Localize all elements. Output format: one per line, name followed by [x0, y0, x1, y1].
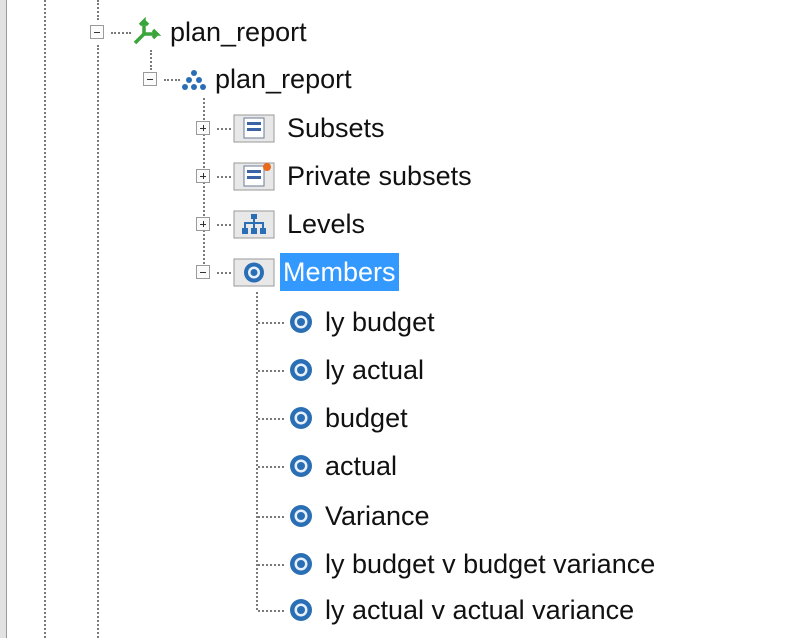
- member-item[interactable]: ly budget: [286, 303, 438, 341]
- tree-line: [256, 292, 258, 610]
- tree-line: [150, 50, 152, 70]
- subset-icon: [232, 113, 278, 143]
- tree-line: [258, 564, 284, 566]
- tree-line: [97, 0, 99, 20]
- tree-line: [258, 322, 284, 324]
- tree-line: [258, 370, 284, 372]
- member-icon: [286, 403, 316, 433]
- member-label: budget: [325, 403, 408, 433]
- member-item[interactable]: actual: [286, 447, 400, 485]
- tree-line: [258, 418, 284, 420]
- tree-node-dimension[interactable]: plan_report: [182, 60, 355, 98]
- member-item[interactable]: budget: [286, 399, 411, 437]
- collapse-toggle-dimension[interactable]: [143, 72, 157, 86]
- tree-line: [111, 32, 131, 34]
- collapse-toggle-members[interactable]: [196, 265, 210, 279]
- member-label: ly budget v budget variance: [325, 549, 656, 579]
- member-icon: [286, 307, 316, 337]
- tree-line: [97, 45, 99, 638]
- private-subset-icon: [232, 161, 278, 191]
- member-icon: [286, 549, 316, 579]
- member-label: ly actual v actual variance: [325, 595, 635, 625]
- tree-node-label-selected: Members: [280, 253, 399, 291]
- tree-node-label: Levels: [287, 209, 366, 239]
- member-label: actual: [325, 451, 398, 481]
- member-item[interactable]: ly actual v actual variance: [286, 591, 637, 629]
- tree-line: [258, 610, 284, 612]
- tree-node-levels[interactable]: Levels: [232, 205, 368, 243]
- tree-node-label: Subsets: [287, 113, 385, 143]
- left-panel-border: [6, 0, 7, 638]
- tree-node-label: Private subsets: [287, 161, 472, 191]
- member-item[interactable]: Variance: [286, 497, 433, 535]
- levels-icon: [232, 209, 278, 239]
- tree-node-cube[interactable]: plan_report: [131, 13, 310, 51]
- hierarchy-icon: [182, 64, 206, 94]
- tree-line: [217, 224, 231, 226]
- tree-line: [258, 516, 284, 518]
- tree-node-subsets[interactable]: Subsets: [232, 109, 388, 147]
- tree-node-label: plan_report: [170, 17, 307, 47]
- expand-toggle-levels[interactable]: [196, 217, 210, 231]
- collapse-toggle-cube[interactable]: [90, 25, 104, 39]
- tree-node-private-subsets[interactable]: Private subsets: [232, 157, 475, 195]
- tree-line: [217, 176, 231, 178]
- member-label: ly budget: [325, 307, 435, 337]
- tree-line: [258, 466, 284, 468]
- member-icon: [286, 501, 316, 531]
- expand-toggle-subsets[interactable]: [196, 121, 210, 135]
- tree-node-members[interactable]: Members: [232, 253, 399, 291]
- cube-icon: [131, 17, 161, 47]
- member-label: Variance: [325, 501, 430, 531]
- member-icon: [232, 257, 278, 287]
- member-item[interactable]: ly actual: [286, 351, 427, 389]
- tree-line: [217, 128, 231, 130]
- tree-line: [44, 0, 46, 638]
- member-icon: [286, 355, 316, 385]
- expand-toggle-private-subsets[interactable]: [196, 169, 210, 183]
- member-icon: [286, 451, 316, 481]
- member-label: ly actual: [325, 355, 425, 385]
- member-item[interactable]: ly budget v budget variance: [286, 545, 658, 583]
- member-icon: [286, 595, 316, 625]
- tree-line: [217, 272, 231, 274]
- tree-line: [164, 79, 180, 81]
- tree-node-label: plan_report: [215, 64, 352, 94]
